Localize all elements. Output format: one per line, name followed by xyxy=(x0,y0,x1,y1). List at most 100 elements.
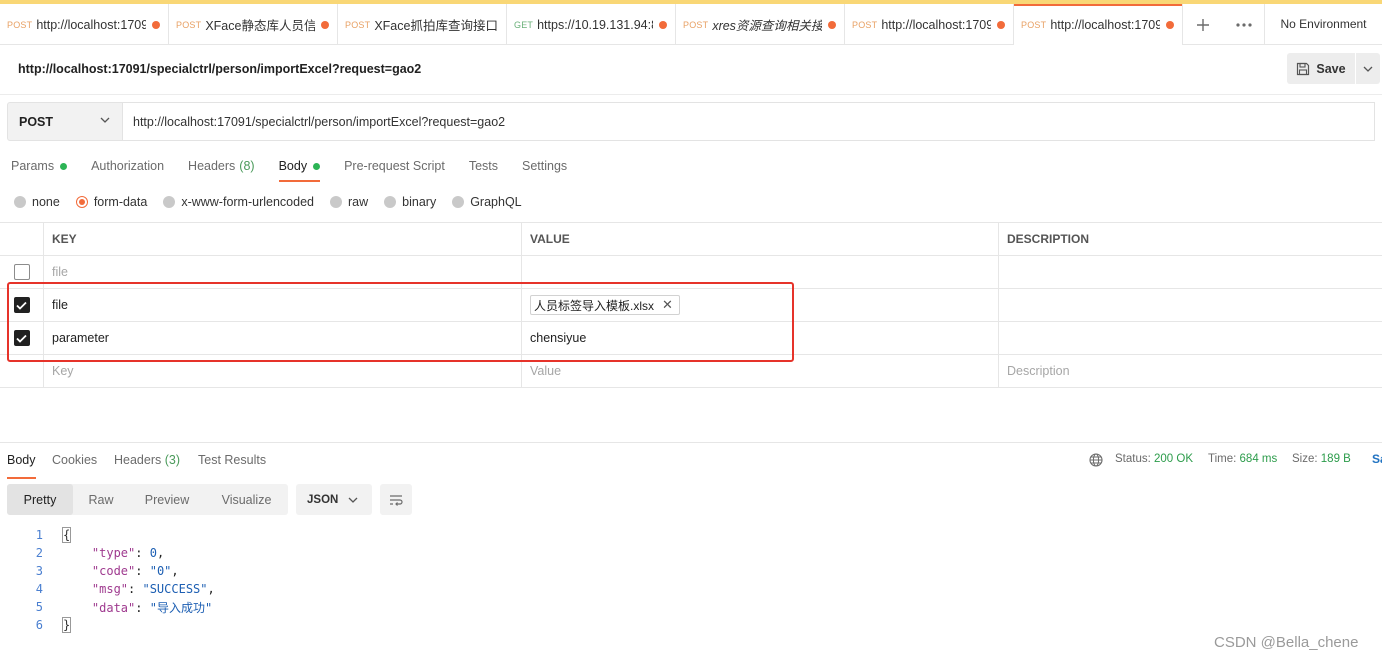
response-tab-headers[interactable]: Headers (3) xyxy=(114,453,180,467)
response-tab-cookies[interactable]: Cookies xyxy=(52,453,97,467)
watermark-text: CSDN @Bella_chene xyxy=(1214,634,1359,651)
response-tab-test-results[interactable]: Test Results xyxy=(198,453,266,467)
tab-title: http://localhost:1709 xyxy=(881,17,991,32)
tab-pre-request-script[interactable]: Pre-request Script xyxy=(344,150,445,182)
response-tab-body[interactable]: Body xyxy=(7,453,36,479)
code-line: 5 "data": "导入成功" xyxy=(0,598,700,616)
request-config-tabs: Params Authorization Headers (8) Body Pre… xyxy=(0,150,580,183)
status-readout: Status: 200 OK xyxy=(1115,453,1193,465)
tab-params[interactable]: Params xyxy=(11,150,68,182)
unsaved-dot-icon xyxy=(997,20,1005,29)
request-tab-active[interactable]: POST http://localhost:1709 xyxy=(1014,4,1183,45)
tab-headers[interactable]: Headers (8) xyxy=(188,150,255,182)
chevron-down-icon xyxy=(348,497,358,503)
globe-icon[interactable] xyxy=(1089,453,1103,467)
row-checkbox[interactable] xyxy=(13,264,30,280)
request-tab[interactable]: POST xres资源查询相关接口v1 xyxy=(676,4,845,45)
save-label: Save xyxy=(1316,61,1346,76)
table-row: parameter chensiyue xyxy=(0,322,1382,355)
tab-title: http://localhost:1709 xyxy=(1050,17,1160,32)
json-key: "data" xyxy=(91,600,136,615)
request-tab[interactable]: POST http://localhost:1709 xyxy=(845,4,1014,45)
row-value[interactable]: chensiyue xyxy=(522,322,999,354)
file-chip[interactable]: 人员标签导入模板.xlsx ✕ xyxy=(530,295,680,315)
tab-tests[interactable]: Tests xyxy=(469,150,498,182)
environment-selector[interactable]: No Environment xyxy=(1265,4,1382,44)
tab-title: XFace抓拍库查询接口 xyxy=(374,19,498,33)
tab-count: (3) xyxy=(164,453,181,467)
active-dot-icon xyxy=(60,162,68,170)
request-tab[interactable]: GET https://10.19.131.94:81 xyxy=(507,4,676,45)
request-tab[interactable]: POST XFace抓拍库查询接口 xyxy=(338,4,507,45)
tab-label: Authorization xyxy=(91,159,165,173)
body-mode-raw[interactable]: raw xyxy=(330,195,368,209)
new-key-input[interactable]: Key xyxy=(44,355,522,387)
tab-label: Tests xyxy=(468,159,498,173)
row-key[interactable]: file xyxy=(44,256,522,288)
radio-label: binary xyxy=(402,195,437,209)
request-tab-bar: POST http://localhost:1709 POST XFace静态库… xyxy=(0,4,1382,45)
request-title-row: http://localhost:17091/specialctrl/perso… xyxy=(0,45,1382,95)
new-value-input[interactable]: Value xyxy=(522,355,999,387)
column-header-key: KEY xyxy=(44,223,522,255)
tab-title: http://localhost:1709 xyxy=(36,17,146,32)
tab-method: POST xyxy=(345,19,371,30)
json-key: "type" xyxy=(91,546,136,560)
json-key: "msg" xyxy=(91,582,129,596)
row-key[interactable]: parameter xyxy=(44,322,522,354)
body-mode-none[interactable]: none xyxy=(14,195,60,209)
request-title: http://localhost:17091/specialctrl/perso… xyxy=(18,62,422,76)
row-value[interactable]: 人员标签导入模板.xlsx ✕ xyxy=(522,289,999,321)
row-checkbox-checked[interactable] xyxy=(13,297,30,313)
line-number: 5 xyxy=(35,600,43,614)
request-tab[interactable]: POST XFace静态库人员信息 xyxy=(169,4,338,45)
request-tab[interactable]: POST http://localhost:1709 xyxy=(0,4,169,45)
row-key[interactable]: file xyxy=(44,289,522,321)
url-input[interactable]: http://localhost:17091/specialctrl/perso… xyxy=(122,102,1375,141)
body-mode-graphql[interactable]: GraphQL xyxy=(452,195,522,209)
tab-method: POST xyxy=(852,19,878,30)
radio-label: x-www-form-urlencoded xyxy=(181,195,314,209)
row-value[interactable] xyxy=(522,256,999,288)
radio-icon xyxy=(14,196,26,208)
column-header-value: VALUE xyxy=(522,223,999,255)
more-tabs-ellipsis-icon[interactable] xyxy=(1223,4,1265,45)
new-description-input[interactable]: Description xyxy=(999,355,1382,387)
code-line: 3 "code": "0", xyxy=(0,562,700,580)
unsaved-dot-icon xyxy=(828,20,836,29)
save-icon xyxy=(1297,62,1310,75)
tab-method: POST xyxy=(176,19,202,30)
view-raw[interactable]: Raw xyxy=(73,484,129,515)
wrap-lines-button[interactable] xyxy=(380,484,412,515)
tab-settings[interactable]: Settings xyxy=(522,150,567,182)
format-select[interactable]: JSON xyxy=(296,484,372,515)
view-pretty[interactable]: Pretty xyxy=(7,484,73,515)
tab-method: POST xyxy=(683,19,709,30)
view-visualize[interactable]: Visualize xyxy=(205,484,288,515)
save-response-link[interactable]: Sa xyxy=(1372,452,1382,466)
response-body-code[interactable]: 1 { 2 "type": 0, 3 "code": "0", 4 "msg":… xyxy=(0,526,700,634)
body-mode-form-data[interactable]: form-data xyxy=(75,195,147,209)
tab-label: Body xyxy=(278,159,308,173)
row-description[interactable] xyxy=(999,322,1382,354)
row-checkbox-checked[interactable] xyxy=(13,330,30,346)
tab-label: Settings xyxy=(522,159,568,173)
save-dropdown-chevron-down-icon[interactable] xyxy=(1356,53,1380,84)
new-tab-plus-icon[interactable] xyxy=(1183,4,1223,45)
body-mode-urlencoded[interactable]: x-www-form-urlencoded xyxy=(163,195,314,209)
body-mode-binary[interactable]: binary xyxy=(384,195,436,209)
code-line: 2 "type": 0, xyxy=(0,544,700,562)
json-value: 0 xyxy=(149,546,157,560)
line-number: 2 xyxy=(35,546,43,560)
response-tabs: Body Cookies Headers (3) Test Results St… xyxy=(0,442,1382,479)
radio-icon xyxy=(452,196,465,208)
method-select[interactable]: POST xyxy=(7,102,123,141)
row-description[interactable] xyxy=(999,256,1382,288)
tab-authorization[interactable]: Authorization xyxy=(91,150,164,182)
remove-file-close-icon[interactable]: ✕ xyxy=(662,297,673,313)
tab-label: Pre-request Script xyxy=(344,159,445,173)
row-description[interactable] xyxy=(999,289,1382,321)
tab-body[interactable]: Body xyxy=(278,150,321,182)
view-preview[interactable]: Preview xyxy=(129,484,205,515)
save-button[interactable]: Save xyxy=(1287,53,1355,84)
